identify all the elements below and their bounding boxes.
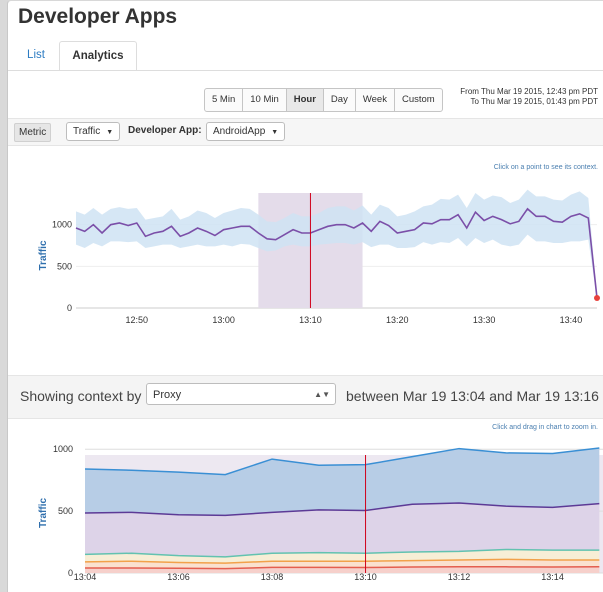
chart-hint: Click on a point to see its context. <box>493 164 598 171</box>
context-dimension-value: Proxy <box>153 389 182 401</box>
context-label: Showing context by <box>20 388 142 404</box>
developer-app-label: Developer App: <box>128 125 202 136</box>
page-title: Developer Apps <box>18 5 178 28</box>
range-custom-button[interactable]: Custom <box>395 89 442 111</box>
y-tick-label: 0 <box>67 303 72 313</box>
tab-divider <box>8 70 603 71</box>
traffic-line-chart[interactable]: 0 500 1000 12:50 13:00 13:10 13:20 13:30 13:40 Tr… <box>8 173 603 333</box>
context-range-text: between Mar 19 13:04 and Mar 19 13:16 <box>346 388 599 404</box>
chevron-down-icon: ▼ <box>271 129 279 136</box>
context-area-chart[interactable]: 0 500 1000 13:04 13:06 13:08 13:10 13:12 13:14 Tr… <box>8 437 603 592</box>
x-tick-label: 13:08 <box>261 572 284 582</box>
y-axis-title: Traffic <box>38 498 49 528</box>
metric-value: Traffic <box>73 126 101 137</box>
y-tick-label: 1000 <box>52 220 72 230</box>
metric-dropdown[interactable]: Traffic ▼ <box>66 122 121 141</box>
x-tick-label: 13:14 <box>541 572 564 582</box>
metric-label: Metric <box>14 123 52 142</box>
y-axis-title: Traffic <box>38 240 49 270</box>
up-down-arrows-icon: ▲▼ <box>314 390 330 399</box>
chart-hint: Click and drag in chart to zoom in. <box>492 424 598 431</box>
x-tick-label: 13:30 <box>473 315 496 325</box>
developer-app-value: AndroidApp <box>213 126 266 137</box>
range-hour-button[interactable]: Hour <box>286 89 324 111</box>
context-dimension-select[interactable]: Proxy ▲▼ <box>146 383 336 405</box>
x-tick-label: 13:20 <box>386 315 409 325</box>
tab-list[interactable]: List <box>16 41 56 69</box>
range-10min-button[interactable]: 10 Min <box>243 89 287 111</box>
y-tick-label: 500 <box>57 261 72 271</box>
tab-analytics[interactable]: Analytics <box>59 41 137 71</box>
analytics-panel: Developer Apps List Analytics 5 Min 10 M… <box>7 0 603 592</box>
developer-app-dropdown[interactable]: AndroidApp ▼ <box>206 122 286 141</box>
range-week-button[interactable]: Week <box>356 89 395 111</box>
range-5min-button[interactable]: 5 Min <box>205 89 244 111</box>
x-tick-label: 13:40 <box>560 315 583 325</box>
x-tick-label: 13:10 <box>354 572 377 582</box>
x-tick-label: 12:50 <box>126 315 149 325</box>
x-tick-label: 13:06 <box>167 572 190 582</box>
y-tick-label: 1000 <box>53 444 73 454</box>
x-tick-label: 13:00 <box>212 315 235 325</box>
chevron-down-icon: ▼ <box>106 129 114 136</box>
x-tick-label: 13:04 <box>74 572 97 582</box>
x-tick-label: 13:12 <box>448 572 471 582</box>
range-from-text: From Thu Mar 19 2015, 12:43 pm PDT <box>460 87 598 96</box>
range-to-text: To Thu Mar 19 2015, 01:43 pm PDT <box>470 97 598 106</box>
range-day-button[interactable]: Day <box>324 89 356 111</box>
x-tick-label: 13:10 <box>299 315 322 325</box>
time-range-selector: 5 Min 10 Min Hour Day Week Custom <box>204 88 443 112</box>
selected-point <box>594 295 600 301</box>
y-tick-label: 0 <box>68 568 73 578</box>
y-tick-label: 500 <box>58 506 73 516</box>
